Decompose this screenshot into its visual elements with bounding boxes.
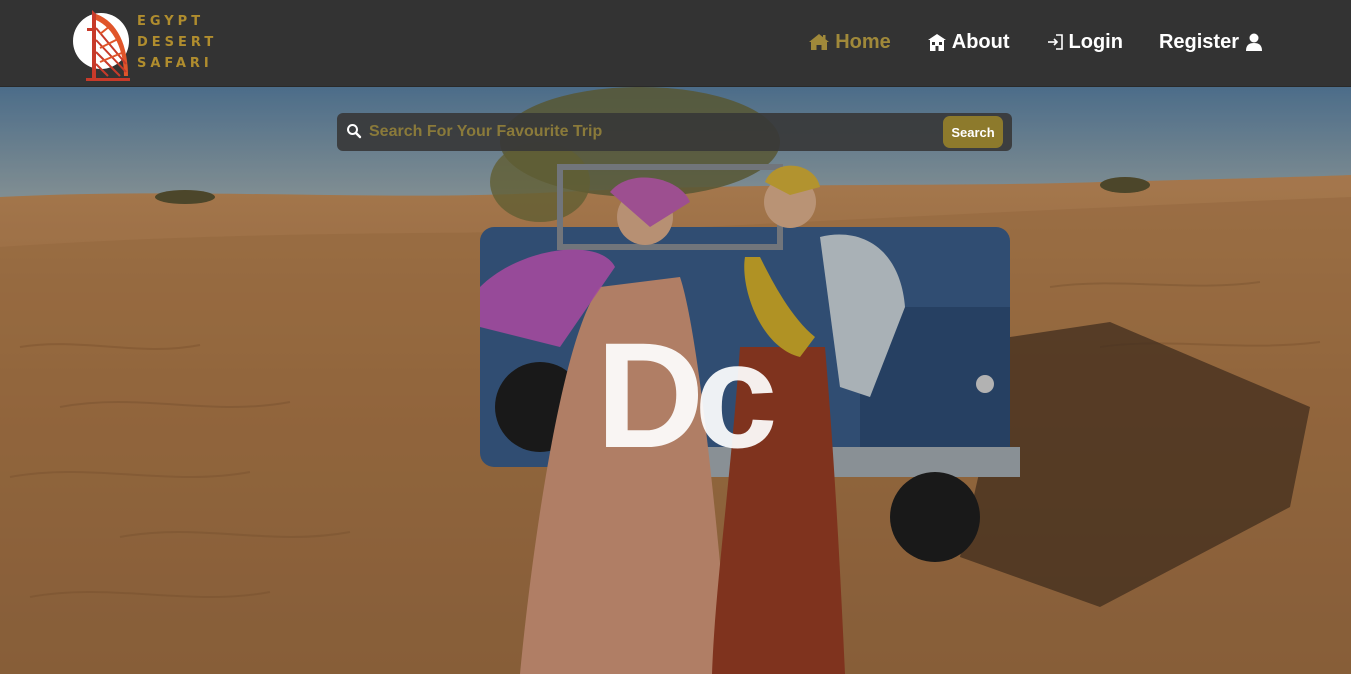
nav-about-link[interactable]: About (927, 26, 1010, 58)
nav-home-label: Home (835, 30, 891, 53)
logo-line: SAFARI (137, 56, 213, 71)
burj-al-arab-icon (73, 10, 130, 81)
logo-line: EGYPT (137, 14, 205, 29)
nav-register-label: Register (1158, 30, 1239, 53)
logo-line: DESERT (137, 35, 218, 50)
search-bar: Search (337, 113, 1012, 151)
nav-login-label: Login (1068, 30, 1123, 53)
nav-about-label: About (951, 30, 1010, 53)
logo-text: EGYPT DESERT SAFARI (137, 13, 217, 73)
home-icon (808, 33, 830, 51)
building-icon (927, 33, 947, 52)
main-nav: Home About Login Register (808, 26, 1263, 58)
search-button[interactable]: Search (943, 116, 1003, 148)
nav-home-link[interactable]: Home (808, 26, 891, 58)
hero-animated-letters: Dc (596, 311, 778, 479)
nav-login-link[interactable]: Login (1046, 26, 1123, 58)
nav-register-link[interactable]: Register (1159, 26, 1263, 58)
user-icon (1245, 33, 1263, 52)
site-logo[interactable]: EGYPT DESERT SAFARI (70, 4, 220, 82)
search-icon (346, 123, 362, 139)
navbar: EGYPT DESERT SAFARI Home About Login Reg… (0, 0, 1351, 87)
search-input[interactable] (367, 117, 937, 147)
login-icon (1046, 33, 1064, 51)
